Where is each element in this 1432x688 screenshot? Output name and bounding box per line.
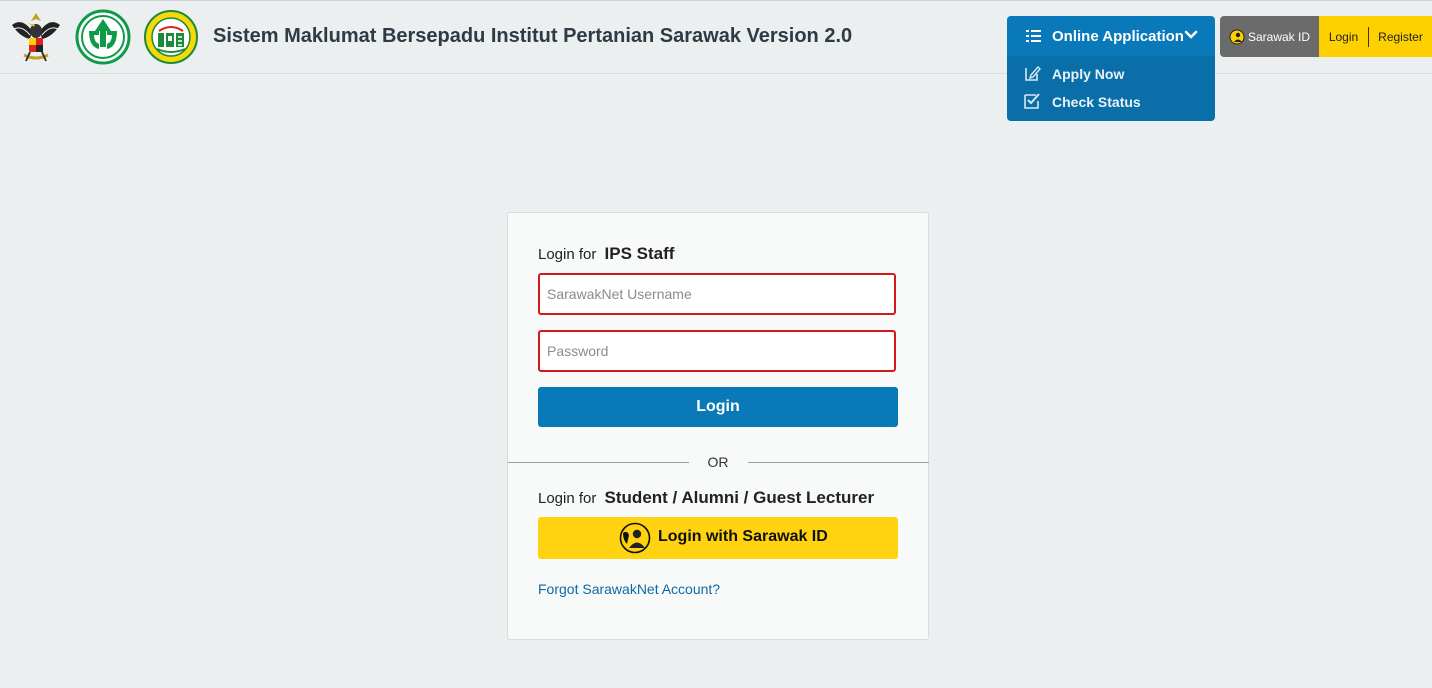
auth-bar: Sarawak ID Login Register [1220, 16, 1432, 57]
gp-logo [75, 9, 131, 65]
chevron-down-icon [1184, 30, 1198, 39]
staff-login-heading: Login for IPS Staff [538, 244, 674, 264]
list-icon [1026, 30, 1041, 42]
sarawak-id-avatar-icon [619, 522, 651, 554]
edit-icon [1025, 65, 1041, 81]
username-input[interactable] [538, 273, 896, 315]
menu-item-apply-now[interactable]: Apply Now [1007, 62, 1215, 88]
heading-prefix: Login for [538, 490, 597, 507]
forgot-account-link[interactable]: Forgot SarawakNet Account? [538, 581, 720, 597]
staff-login-button[interactable]: Login [538, 387, 898, 427]
menu-item-label: Apply Now [1052, 66, 1125, 82]
sarawak-id-button[interactable]: Sarawak ID [1220, 16, 1319, 57]
auth-separator [1368, 16, 1369, 57]
sarawak-crest-logo [12, 13, 60, 62]
sarawak-id-icon [1229, 29, 1245, 44]
top-header: Sistem Maklumat Bersepadu Institut Perta… [0, 0, 1432, 74]
student-login-heading: Login for Student / Alumni / Guest Lectu… [538, 488, 874, 508]
sarawak-id-login-button[interactable]: Login with Sarawak ID [538, 517, 898, 559]
divider-line [748, 462, 929, 463]
ips-logo [144, 10, 198, 64]
online-application-dropdown: Apply Now Check Status [1007, 56, 1215, 121]
sarawak-id-login-label: Login with Sarawak ID [658, 528, 828, 545]
online-application-button[interactable]: Online Application [1007, 16, 1215, 57]
header-register-link[interactable]: Register [1369, 16, 1432, 57]
online-application-label: Online Application [1052, 28, 1184, 45]
checkbox-icon [1024, 93, 1040, 109]
password-input[interactable] [538, 330, 896, 372]
heading-prefix: Login for [538, 246, 597, 263]
heading-target: IPS Staff [604, 244, 675, 263]
heading-target: Student / Alumni / Guest Lecturer [604, 488, 875, 507]
login-card: Login for IPS Staff Login OR Login for S… [507, 212, 929, 640]
app-title: Sistem Maklumat Bersepadu Institut Perta… [213, 25, 853, 47]
sarawak-id-label: Sarawak ID [1247, 29, 1311, 44]
menu-item-label: Check Status [1052, 94, 1141, 110]
menu-item-check-status[interactable]: Check Status [1007, 90, 1215, 116]
header-login-link[interactable]: Login [1319, 16, 1368, 57]
